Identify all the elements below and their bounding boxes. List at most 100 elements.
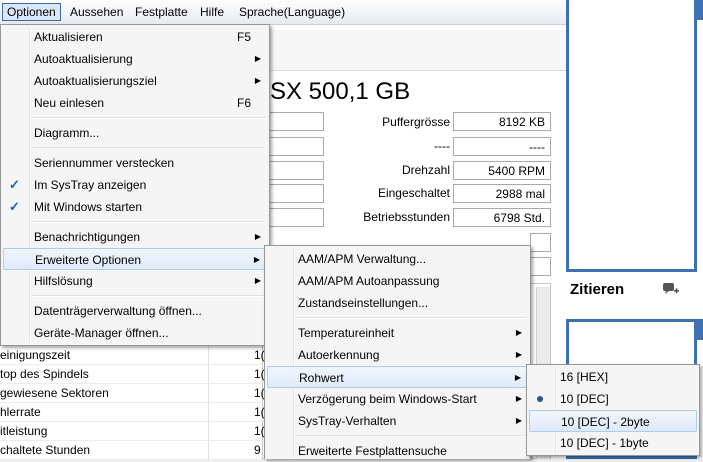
field-value: 2988 mal [453,184,551,203]
info-field-left [266,137,324,156]
submenu-arrow-icon: ▶ [515,394,522,403]
menu-item-seriennummer-verstecken[interactable]: Seriennummer verstecken [3,152,267,174]
menu-item-shortcut: F6 [236,96,251,110]
menu-item-aam-apm-verwaltung[interactable]: AAM/APM Verwaltung... [267,248,528,270]
menu-item-label: 16 [HEX] [560,370,609,384]
table-row[interactable]: gewiesene Sektoren 1( [0,384,266,403]
menu-item-label: Benachrichtigungen [34,230,141,244]
menu-item-benachrichtigungen[interactable]: Benachrichtigungen ▶ [3,226,267,248]
menu-item-verzoegerung-windows-start[interactable]: Verzögerung beim Windows-Start ▶ [267,388,528,410]
submenu-arrow-icon: ▶ [514,373,521,382]
menu-optionen[interactable]: Optionen [2,3,61,21]
radio-bullet-icon [537,396,543,402]
menu-item-shortcut: F5 [236,30,251,44]
field-drehzahl: Drehzahl [330,161,450,181]
menu-item-aktualisieren[interactable]: Aktualisieren F5 [3,26,267,48]
table-row[interactable]: top des Spindels 1( [0,365,266,384]
optionen-menu: Aktualisieren F5 Autoaktualisierung ▶ Auto… [0,24,270,346]
menu-item-label: Diagramm... [34,126,100,140]
menu-item-16-hex[interactable]: 16 [HEX] [529,366,697,388]
attribute-name: hlerrate [0,405,41,419]
info-field-left [266,184,324,203]
quote-plus-icon[interactable] [662,282,680,296]
menu-item-label: Mit Windows starten [34,200,143,214]
submenu-arrow-icon: ▶ [253,255,260,264]
menu-item-label: Neu einlesen [34,96,105,110]
attribute-name: itleistung [0,424,48,438]
table-row[interactable]: chaltete Stunden 9 [0,441,266,460]
menu-item-diagramm[interactable]: Diagramm... [3,122,267,144]
menu-hilfe[interactable]: Hilfe [196,4,228,20]
post-panel [566,0,697,272]
menu-item-systray-verhalten[interactable]: SysTray-Verhalten ▶ [267,410,528,432]
menu-separator [32,117,265,119]
menu-item-10-dec-2byte[interactable]: 10 [DEC] - 2byte [529,410,697,432]
field-placeholder: ---- [330,137,450,157]
menu-item-label: AAM/APM Verwaltung... [298,252,427,266]
menu-item-label: Autoaktualisierung [34,52,133,66]
menubar: Optionen Aussehen Festplatte Hilfe Sprac… [0,0,566,25]
menu-item-geraete-manager[interactable]: Geräte-Manager öffnen... [3,322,267,344]
field-value: 8192 KB [453,112,551,131]
quote-button[interactable]: Zitieren [570,281,624,298]
menu-aussehen[interactable]: Aussehen [66,4,127,20]
attribute-name: chaltete Stunden [0,443,91,457]
status-field [530,233,551,252]
checkmark-icon: ✓ [9,177,20,192]
menu-item-label: Seriennummer verstecken [34,156,175,170]
attribute-list: einigungszeit 1( top des Spindels 1( gewie… [0,346,266,460]
menu-item-datentraegerverwaltung[interactable]: Datenträgerverwaltung öffnen... [3,300,267,322]
submenu-arrow-icon: ▶ [254,54,261,63]
field-label: ---- [434,139,450,153]
disk-title: SX 500,1 GB [270,78,411,105]
submenu-arrow-icon: ▶ [254,76,261,85]
field-value: ---- [453,137,551,156]
attribute-name: einigungszeit [0,348,71,362]
field-betriebsstunden: Betriebsstunden [330,208,450,228]
menu-sprache[interactable]: Sprache(Language) [235,4,349,20]
table-row[interactable]: itleistung 1( [0,422,266,441]
menu-item-temperatureinheit[interactable]: Temperatureinheit ▶ [267,322,528,344]
field-label: Drehzahl [401,163,450,177]
menu-item-label: AAM/APM Autoanpassung [298,274,440,288]
menu-item-label: SysTray-Verhalten [298,414,397,428]
menu-separator [296,435,526,437]
status-field [530,257,551,276]
menu-item-label: Rohwert [299,371,344,385]
menu-separator [296,317,526,319]
menu-item-autoaktualisierungsziel[interactable]: Autoaktualisierungsziel ▶ [3,70,267,92]
menu-item-rohwert[interactable]: Rohwert ▶ [267,366,528,388]
attribute-value: 9 [254,443,261,457]
erweiterte-optionen-submenu: AAM/APM Verwaltung... AAM/APM Autoanpass… [264,245,531,459]
menu-item-label: Autoaktualisierungsziel [34,74,157,88]
menu-item-aam-apm-autoanpassung[interactable]: AAM/APM Autoanpassung [267,270,528,292]
menu-item-hilfsloesung[interactable]: Hilfslösung ▶ [3,270,267,292]
menu-item-zustandseinstellungen[interactable]: Zustandseinstellungen... [267,292,528,314]
submenu-arrow-icon: ▶ [515,350,522,359]
menu-item-erweiterte-optionen[interactable]: Erweiterte Optionen ▶ [3,248,267,270]
menu-item-10-dec[interactable]: 10 [DEC] [529,388,697,410]
menu-item-mit-windows-starten[interactable]: ✓ Mit Windows starten [3,196,267,218]
menu-item-im-systray-anzeigen[interactable]: ✓ Im SysTray anzeigen [3,174,267,196]
menu-separator [32,147,265,149]
table-row[interactable]: einigungszeit 1( [0,346,266,365]
menu-item-label: Temperatureinheit [298,326,395,340]
attribute-name: top des Spindels [0,367,89,381]
menu-item-label: Erweiterte Optionen [35,253,142,267]
menu-item-10-dec-1byte[interactable]: 10 [DEC] - 1byte [529,432,697,454]
info-field-left [266,161,324,180]
menu-festplatte[interactable]: Festplatte [131,4,192,20]
menu-item-label: Autoerkennung [298,348,380,362]
menu-item-label: Verzögerung beim Windows-Start [298,392,477,406]
rohwert-submenu: 16 [HEX] 10 [DEC] 10 [DEC] - 2byte 10 [D… [526,364,700,456]
info-field-left [266,208,324,227]
menu-item-label: 10 [DEC] [560,392,609,406]
menu-item-autoerkennung[interactable]: Autoerkennung ▶ [267,344,528,366]
table-row[interactable]: hlerrate 1( [0,403,266,422]
menu-item-label: Aktualisieren [34,30,103,44]
menu-item-label: 10 [DEC] - 1byte [560,436,649,450]
field-puffergroesse: Puffergrösse [330,113,450,133]
menu-item-neu-einlesen[interactable]: Neu einlesen F6 [3,92,267,114]
menu-item-autoaktualisierung[interactable]: Autoaktualisierung ▶ [3,48,267,70]
menu-item-label: Im SysTray anzeigen [34,178,147,192]
